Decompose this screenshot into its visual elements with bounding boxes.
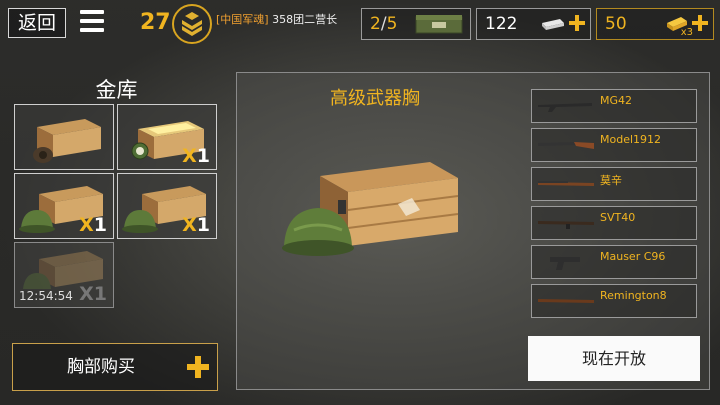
weapon-item[interactable]: Mauser C96 bbox=[531, 245, 697, 279]
weapon-item[interactable]: 莫辛 bbox=[531, 167, 697, 201]
rifle-icon bbox=[538, 299, 594, 303]
weapon-item[interactable]: Model1912 bbox=[531, 128, 697, 162]
cash-value: 122 bbox=[485, 14, 518, 34]
vault-title: 金库 bbox=[95, 78, 138, 102]
vault-slot[interactable]: X1 bbox=[14, 173, 114, 239]
weapon-name: MG42 bbox=[600, 94, 633, 107]
player-name: [中国军魂] 358团二营长 bbox=[216, 11, 337, 27]
rifle-icon bbox=[538, 221, 594, 229]
weapon-item[interactable]: SVT40 bbox=[531, 206, 697, 240]
shotgun-icon bbox=[538, 142, 594, 149]
gold-counter[interactable]: 50 x3 bbox=[596, 8, 714, 40]
chest-title: 高级武器胸 bbox=[330, 88, 420, 109]
weapon-item[interactable]: MG42 bbox=[531, 89, 697, 123]
buy-chest-button[interactable]: 胸部购买 bbox=[12, 343, 218, 391]
vault-slot[interactable] bbox=[14, 104, 114, 170]
weapon-name: Mauser C96 bbox=[600, 250, 666, 263]
slot-quantity: X1 bbox=[79, 283, 107, 305]
slot-quantity: X1 bbox=[182, 214, 210, 236]
open-now-button[interactable]: 现在开放 bbox=[528, 336, 700, 381]
cash-icon bbox=[542, 19, 564, 30]
rifle-icon bbox=[538, 181, 594, 186]
gold-value: 50 bbox=[605, 14, 627, 34]
slot-quantity: X1 bbox=[182, 145, 210, 167]
weapon-list[interactable]: MG42 Model1912 莫辛 SVT40 Mauser C96 Remin… bbox=[531, 88, 699, 328]
weapon-item[interactable]: Remington8 bbox=[531, 284, 697, 318]
ammo-crate-icon bbox=[415, 15, 463, 34]
cash-counter[interactable]: 122 bbox=[476, 8, 591, 40]
vault-slot[interactable]: X1 bbox=[117, 173, 217, 239]
add-gold-icon[interactable] bbox=[692, 15, 708, 31]
buy-chest-label: 胸部购买 bbox=[67, 357, 135, 377]
add-cash-icon[interactable] bbox=[569, 15, 585, 31]
weapon-name: Model1912 bbox=[600, 133, 662, 146]
crate-current: 2 bbox=[370, 14, 381, 34]
guild-tag: [中国军魂] bbox=[216, 13, 269, 26]
weapon-name: 莫辛 bbox=[600, 174, 622, 187]
plus-icon bbox=[187, 356, 209, 378]
slot-quantity: X1 bbox=[79, 214, 107, 236]
weapon-name: SVT40 bbox=[600, 211, 636, 224]
crate-counter[interactable]: 2/5 bbox=[361, 8, 471, 40]
unlock-timer: 12:54:54 bbox=[19, 289, 73, 303]
back-button[interactable]: 返回 bbox=[8, 8, 66, 38]
player-unit: 358团二营长 bbox=[272, 13, 338, 26]
weapon-name: Remington8 bbox=[600, 289, 667, 302]
chest-with-helmet-image bbox=[282, 162, 459, 256]
vault-slot-locked[interactable]: 12:54:54 X1 bbox=[14, 242, 114, 308]
crate-with-gear-icon bbox=[33, 119, 101, 163]
pistol-icon bbox=[550, 257, 580, 270]
vault-slot[interactable]: X1 bbox=[117, 104, 217, 170]
machine-gun-icon bbox=[538, 103, 592, 112]
player-level: 27 bbox=[140, 10, 171, 35]
menu-icon[interactable] bbox=[80, 10, 104, 34]
crate-max: 5 bbox=[386, 14, 398, 34]
rank-badge-icon bbox=[172, 4, 212, 44]
